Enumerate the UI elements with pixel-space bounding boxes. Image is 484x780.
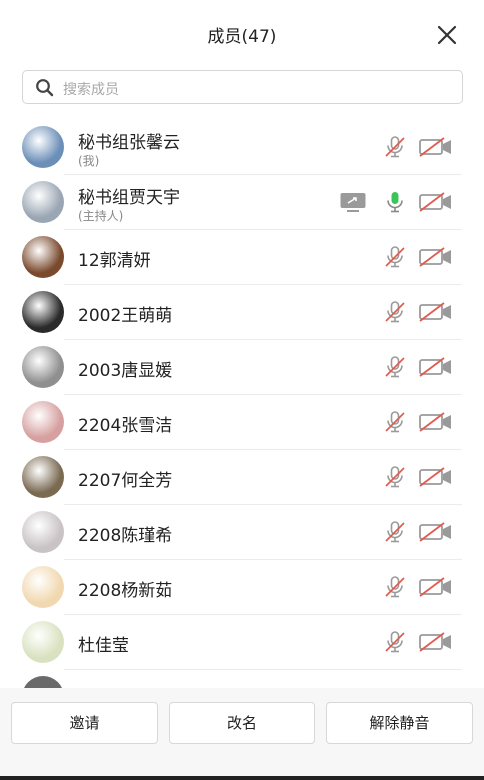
avatar bbox=[22, 676, 64, 688]
member-name: 秘书组贾天宇 bbox=[78, 188, 180, 208]
avatar bbox=[22, 236, 64, 278]
row-divider bbox=[64, 669, 462, 670]
avatar bbox=[22, 401, 64, 443]
camera-off-icon[interactable] bbox=[418, 630, 454, 654]
avatar bbox=[22, 511, 64, 553]
member-name: 2208杨新茹 bbox=[78, 581, 173, 601]
member-row[interactable]: 杜佳莹 bbox=[0, 615, 484, 670]
member-name: 12郭清妍 bbox=[78, 251, 151, 271]
member-name: 杜佳莹 bbox=[78, 636, 129, 656]
camera-off-icon[interactable] bbox=[418, 300, 454, 324]
member-row[interactable]: 2003唐显媛 bbox=[0, 340, 484, 395]
avatar bbox=[22, 126, 64, 168]
home-indicator bbox=[0, 776, 484, 780]
member-row[interactable]: 2204张雪洁 bbox=[0, 395, 484, 450]
member-row[interactable]: 2207何全芳 bbox=[0, 450, 484, 505]
microphone-icon[interactable] bbox=[383, 190, 407, 214]
microphone-muted-icon[interactable] bbox=[383, 410, 407, 434]
invite-button[interactable]: 邀请 bbox=[11, 702, 158, 744]
search-placeholder: 搜索成员 bbox=[63, 82, 119, 98]
camera-off-icon[interactable] bbox=[418, 410, 454, 434]
member-name: 2002王萌萌 bbox=[78, 306, 173, 326]
camera-off-icon[interactable] bbox=[418, 245, 454, 269]
avatar bbox=[22, 291, 64, 333]
camera-off-icon[interactable] bbox=[418, 520, 454, 544]
rename-button[interactable]: 改名 bbox=[169, 702, 315, 744]
footer: 邀请 改名 解除静音 bbox=[0, 688, 484, 780]
member-name: 2003唐显媛 bbox=[78, 361, 173, 381]
camera-off-icon[interactable] bbox=[418, 190, 454, 214]
member-row[interactable]: 秘书组贾天宇 (主持人) bbox=[0, 175, 484, 230]
member-name: 秘书组张馨云 bbox=[78, 133, 180, 153]
avatar bbox=[22, 346, 64, 388]
member-role: (主持人) bbox=[78, 209, 124, 223]
member-name: 2207何全芳 bbox=[78, 471, 173, 491]
member-role: (我) bbox=[78, 154, 100, 168]
microphone-muted-icon[interactable] bbox=[383, 245, 407, 269]
member-row[interactable]: 秘书组张馨云 (我) bbox=[0, 120, 484, 175]
microphone-muted-icon[interactable] bbox=[383, 135, 407, 159]
camera-off-icon[interactable] bbox=[418, 355, 454, 379]
microphone-muted-icon[interactable] bbox=[383, 575, 407, 599]
microphone-muted-icon[interactable] bbox=[383, 355, 407, 379]
member-name: 2204张雪洁 bbox=[78, 416, 173, 436]
microphone-muted-icon[interactable] bbox=[383, 465, 407, 489]
avatar bbox=[22, 456, 64, 498]
camera-off-icon[interactable] bbox=[418, 465, 454, 489]
avatar bbox=[22, 566, 64, 608]
search-icon bbox=[36, 79, 54, 97]
member-list[interactable]: 秘书组张馨云 (我) 秘书组贾天宇 (主持人) 12郭清妍 2002王萌萌 20… bbox=[0, 120, 484, 688]
member-row[interactable]: 12郭清妍 bbox=[0, 230, 484, 285]
close-icon[interactable] bbox=[436, 24, 458, 46]
search-input[interactable]: 搜索成员 bbox=[22, 70, 463, 104]
header: 成员(47) bbox=[0, 0, 484, 68]
member-row[interactable]: 2208陈瑾希 bbox=[0, 505, 484, 560]
avatar bbox=[22, 621, 64, 663]
member-name: 2208陈瑾希 bbox=[78, 526, 173, 546]
avatar bbox=[22, 181, 64, 223]
member-row[interactable]: 2002王萌萌 bbox=[0, 285, 484, 340]
microphone-muted-icon[interactable] bbox=[383, 630, 407, 654]
microphone-muted-icon[interactable] bbox=[383, 520, 407, 544]
member-row[interactable]: 2208杨新茹 bbox=[0, 560, 484, 615]
camera-off-icon[interactable] bbox=[418, 135, 454, 159]
camera-off-icon[interactable] bbox=[418, 575, 454, 599]
page-title: 成员(47) bbox=[207, 27, 277, 47]
screen-share-icon bbox=[340, 193, 366, 212]
microphone-muted-icon[interactable] bbox=[383, 300, 407, 324]
unmute-all-button[interactable]: 解除静音 bbox=[326, 702, 473, 744]
